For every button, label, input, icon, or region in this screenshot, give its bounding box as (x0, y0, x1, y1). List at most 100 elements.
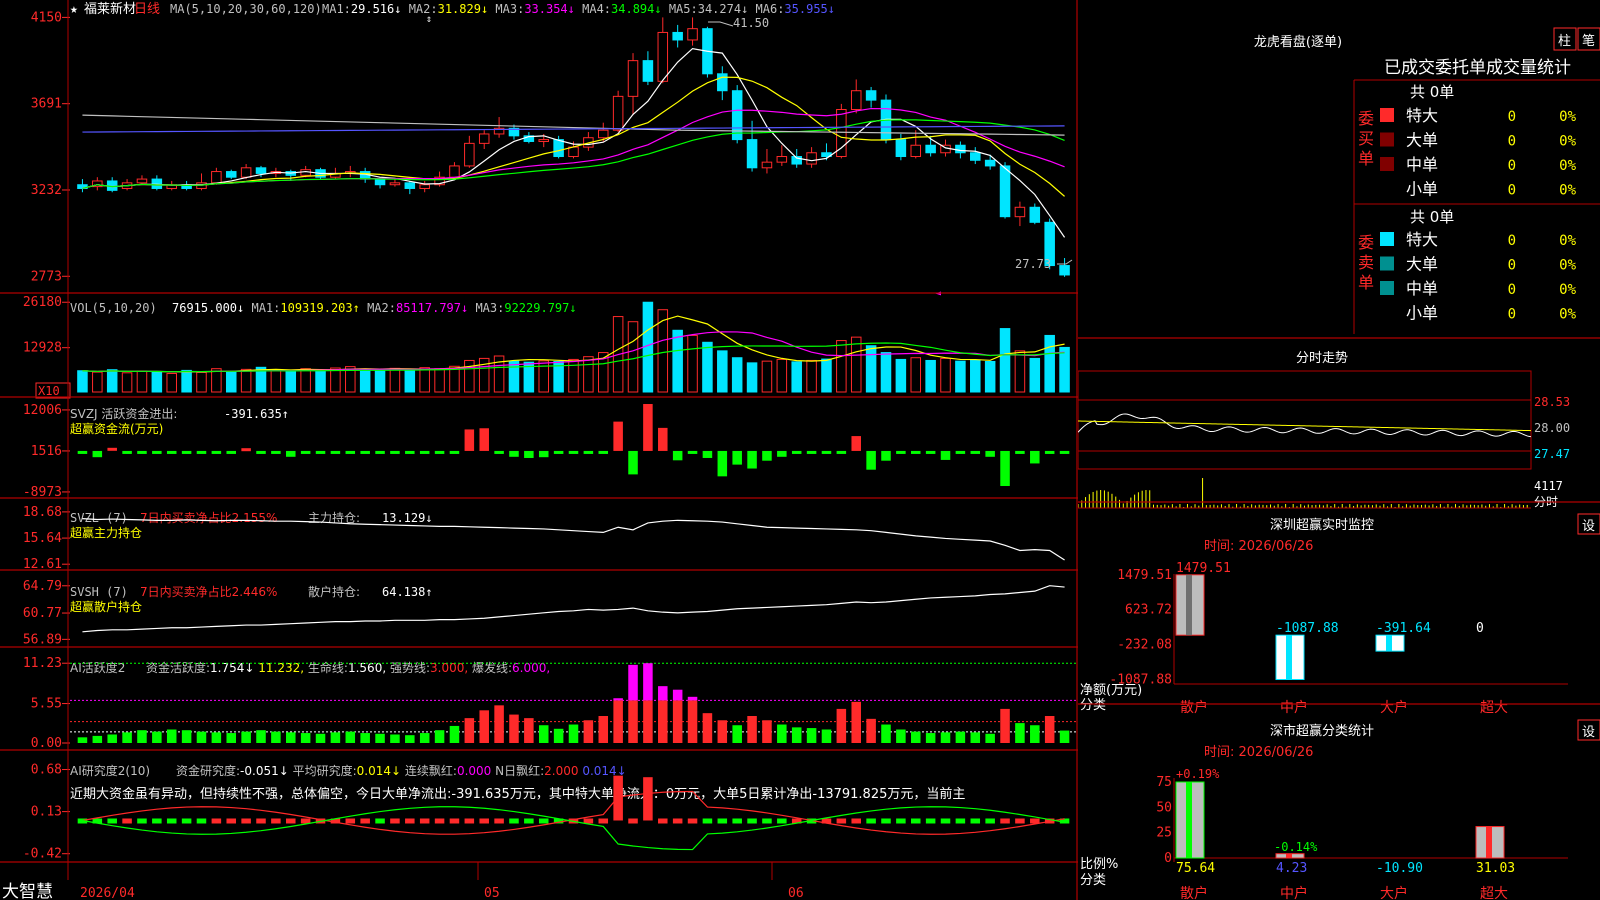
legend-value: 109319.203↑ (280, 301, 359, 315)
ai2-bar (256, 818, 266, 824)
flow-bar (360, 450, 370, 454)
legend-value: 35.955↓ (784, 2, 835, 16)
volume-bar (955, 360, 966, 393)
lhb-row-value: 0 (1508, 134, 1516, 150)
lhb-row-pct: 0% (1559, 183, 1576, 199)
ai2-bar (464, 818, 475, 824)
flow-bar (985, 450, 995, 457)
candle-body (910, 144, 922, 158)
flow-bar (613, 421, 623, 451)
ai2-bar (494, 818, 504, 824)
lhb-row-value: 0 (1508, 258, 1516, 274)
ai2-bar (434, 818, 445, 824)
ai1-bar (494, 705, 504, 743)
volume-bar (746, 362, 758, 393)
ai1-bar (1059, 730, 1070, 743)
sz-y-label: 623.72 (1125, 603, 1172, 618)
flow-bar (509, 450, 519, 457)
sz-value-label: -1087.88 (1276, 621, 1339, 636)
flow-bar (568, 450, 579, 454)
lhb-row-pct: 0% (1559, 282, 1576, 298)
volume-bar (374, 369, 386, 393)
candle-body (538, 139, 550, 142)
candle-body (865, 90, 877, 101)
svsh-sub: 超赢散户持仓 (70, 599, 142, 614)
high-note: 41.50 (733, 16, 769, 30)
ai2-legend: 资金研究度:-0.051↓ 平均研究度:0.014↓ 连续飘红:0.000 N日… (176, 763, 627, 778)
ai2-bar (940, 818, 951, 824)
ai2-bar (1000, 818, 1010, 824)
flow-bar (658, 427, 668, 451)
lhb-row-value: 0 (1508, 282, 1516, 298)
ai2-comment: 近期大资金虽有异动，但持续性不强，总体偏空，今日大单净流出:-391.635万元… (70, 786, 965, 802)
flow-bar (598, 450, 609, 454)
ai1-bar (152, 731, 162, 743)
ai1-bar (553, 728, 564, 743)
lhb-row-name: 大单 (1406, 131, 1438, 150)
ai1-bar (360, 733, 370, 743)
ss-bar-shade (1286, 853, 1292, 858)
ai1-bar (390, 734, 400, 743)
ai2-bar (702, 818, 713, 824)
ss-bar-shade (1486, 826, 1492, 858)
volume-bar (806, 359, 817, 393)
ss-title: 深市超赢分类统计 (1270, 723, 1374, 739)
ai2-bar (196, 818, 207, 824)
legend-value: 33.354↓ (524, 2, 575, 16)
sz-bar-shade (1386, 635, 1392, 652)
flow-bar (464, 429, 475, 451)
ai2-bar (732, 818, 742, 824)
candle-body (1059, 265, 1070, 276)
candle-body (642, 60, 654, 82)
svsh-ratio: 7日内买卖净占比2.446% (140, 584, 277, 599)
y-tick-label: 18.68 (23, 505, 62, 520)
lhb-title: 龙虎看盘(逐单) (1254, 34, 1342, 50)
ai2-bar (643, 777, 653, 821)
flow-bar (226, 450, 237, 454)
svsh-hold-label: 散户持仓: (308, 584, 360, 599)
ai2-bar (970, 818, 981, 824)
volume-bar (583, 356, 594, 393)
volume-bars (77, 301, 1070, 393)
flow-bar (925, 450, 936, 454)
svzl-label: SVZL (7) (70, 511, 128, 525)
flow-bar (866, 450, 876, 470)
lhb-tick-button-label: 笔 (1582, 33, 1595, 49)
ai2-bar (211, 818, 222, 824)
ai2-bar (910, 818, 921, 824)
ai1-bar (375, 733, 385, 743)
volume-bar (181, 369, 192, 393)
lhb-swatch (1380, 256, 1394, 271)
volume-bar (761, 360, 773, 393)
volume-bar (270, 369, 282, 393)
ai1-bar (583, 720, 594, 743)
legend-key: 连续飘红: (401, 763, 457, 778)
volume-bar (285, 370, 297, 393)
x-label-jun: 06 (788, 886, 804, 900)
flow-bar (107, 447, 117, 451)
svzj-axis: 120061516-8973 (23, 403, 70, 500)
vol-legend: 76915.000↓ MA1:109319.203↑ MA2:85117.797… (172, 301, 577, 315)
ai1-bar (330, 732, 341, 743)
ai1-bar (464, 718, 475, 743)
flow-bar (152, 450, 162, 454)
ai1-burst-bar (628, 664, 638, 701)
ai1-bar (241, 731, 251, 743)
volume-bar (1059, 346, 1070, 393)
y-tick-label: 60.77 (23, 606, 62, 621)
ss-settings-button-label: 设 (1582, 725, 1595, 740)
lhb-swatch (1380, 157, 1394, 171)
sz-bar-shade (1286, 635, 1292, 680)
sz-axis-label1: 净额(万元) (1080, 683, 1142, 698)
ai1-bar (256, 730, 266, 743)
ai1-axis: 11.23 5.55 0.00 (23, 656, 70, 751)
ss-value-label: 31.03 (1476, 861, 1515, 876)
y-tick-label: 56.89 (23, 632, 62, 647)
flow-bar (762, 450, 772, 461)
kline-chart-area[interactable]: ★ 福莱新材 日线 MA(5,10,20,30,60,120) MA1:29.5… (0, 0, 1078, 900)
lhb-header: 已成交委托单成交量统计 (1384, 58, 1571, 78)
ss-value-label: 4.23 (1276, 861, 1307, 876)
y-tick-label: 4150 (31, 10, 62, 25)
sz-y-label: 1479.51 (1117, 568, 1172, 583)
flow-bar (1000, 450, 1010, 487)
